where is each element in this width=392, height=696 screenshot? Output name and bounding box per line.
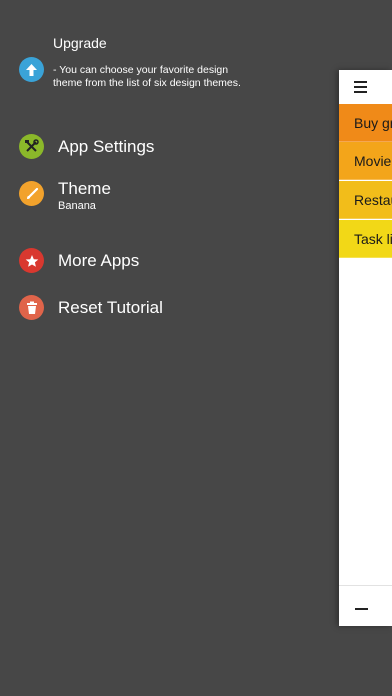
menu-item-reset-tutorial[interactable]: Reset Tutorial <box>19 295 163 320</box>
more-apps-label: More Apps <box>58 250 140 270</box>
reset-tutorial-label: Reset Tutorial <box>58 297 163 317</box>
minus-icon[interactable] <box>355 608 368 610</box>
upgrade-description: - You can choose your favorite design th… <box>53 64 241 89</box>
menu-item-more-apps[interactable]: More Apps <box>19 248 139 273</box>
list-item[interactable]: Movie <box>339 142 392 180</box>
upgrade-title[interactable]: Upgrade <box>53 35 107 51</box>
star-icon <box>19 248 44 273</box>
list-item[interactable]: Buy gr <box>339 104 392 142</box>
arrow-up-icon[interactable] <box>19 57 44 82</box>
menu-item-theme[interactable]: Theme Banana <box>19 179 111 212</box>
main-list-panel[interactable]: Buy gr Movie Restau Task li <box>339 70 392 626</box>
panel-header <box>339 70 392 104</box>
footer-divider <box>339 585 392 586</box>
tools-icon <box>19 134 44 159</box>
menu-item-app-settings[interactable]: App Settings <box>19 134 154 159</box>
app-settings-label: App Settings <box>58 136 155 156</box>
hamburger-icon[interactable] <box>354 81 367 93</box>
trash-icon <box>19 295 44 320</box>
theme-value: Banana <box>58 200 96 212</box>
list-item[interactable]: Task li <box>339 220 392 258</box>
list-item[interactable]: Restau <box>339 181 392 219</box>
theme-label: Theme <box>58 179 111 198</box>
brush-icon <box>19 181 44 206</box>
